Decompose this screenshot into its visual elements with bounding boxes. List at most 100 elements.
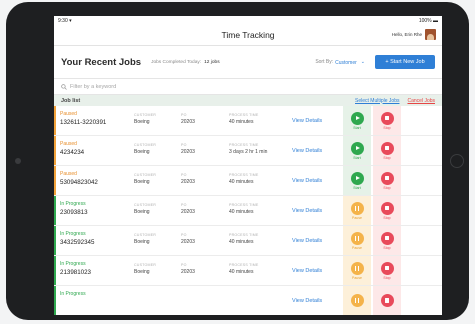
table-row: In Progress View Details <box>54 286 442 315</box>
pause-button[interactable]: Pause <box>343 226 371 255</box>
pause-label: Pause <box>352 215 362 220</box>
po-value: 20203 <box>181 209 195 215</box>
front-camera <box>15 158 21 164</box>
po-cell: PO 20203 <box>181 196 229 225</box>
view-details-cell: View Details <box>291 196 343 225</box>
table-row: Paused 132611-3220391 CUSTOMER Boeing PO… <box>54 106 442 136</box>
process-time-value: 3 days 2 hr 1 min <box>229 149 268 155</box>
job-number: 53094823042 <box>60 179 98 186</box>
avatar[interactable] <box>425 29 436 40</box>
play-icon <box>350 141 364 155</box>
po-label: PO <box>181 113 187 117</box>
view-details-link[interactable]: View Details <box>292 178 322 184</box>
stop-button[interactable] <box>373 286 401 315</box>
customer-label: CUSTOMER <box>134 143 157 147</box>
stop-icon <box>380 111 394 125</box>
process-time-label: PROCESS TIME <box>229 203 259 207</box>
sort-label: Sort By: <box>315 59 334 65</box>
po-value: 20203 <box>181 179 195 185</box>
table-row: In Progress 213981023 CUSTOMER Boeing PO… <box>54 256 442 286</box>
status-badge: Paused <box>60 171 77 177</box>
user-greeting: Hello, Erin Rhe <box>391 32 422 37</box>
po-cell: PO 20203 <box>181 226 229 255</box>
stop-label: Stop <box>383 215 391 220</box>
start-button[interactable]: Start <box>343 106 371 135</box>
user-menu[interactable]: Hello, Erin Rhe <box>392 29 436 40</box>
po-cell: PO 20203 <box>181 106 229 135</box>
stop-button[interactable]: Stop <box>373 256 401 285</box>
po-value: 20203 <box>181 119 195 125</box>
sort-dropdown[interactable]: Sort By: Customer ⌄ <box>315 58 365 66</box>
po-label: PO <box>181 173 187 177</box>
customer-label: CUSTOMER <box>134 233 157 237</box>
start-button[interactable]: Start <box>343 166 371 195</box>
view-details-cell: View Details <box>291 106 343 135</box>
customer-cell: CUSTOMER Boeing <box>126 226 181 255</box>
customer-cell: CUSTOMER Boeing <box>126 166 181 195</box>
customer-label: CUSTOMER <box>134 203 157 207</box>
po-value: 20203 <box>181 149 195 155</box>
status-badge: In Progress <box>60 231 86 237</box>
job-list: Paused 132611-3220391 CUSTOMER Boeing PO… <box>54 106 442 315</box>
view-details-link[interactable]: View Details <box>292 238 322 244</box>
jobs-completed-summary: Jobs Completed Today: 12 jobs <box>151 60 220 65</box>
stop-label: Stop <box>383 245 391 250</box>
view-details-link[interactable]: View Details <box>292 268 322 274</box>
view-details-cell: View Details <box>291 226 343 255</box>
view-details-link[interactable]: View Details <box>292 148 322 154</box>
job-id-cell: In Progress <box>56 286 126 315</box>
table-row: In Progress 23093813 CUSTOMER Boeing PO … <box>54 196 442 226</box>
pause-icon <box>350 231 364 245</box>
start-label: Start <box>353 155 361 160</box>
customer-value: Boeing <box>134 119 150 125</box>
stop-button[interactable]: Stop <box>373 136 401 165</box>
status-badge: In Progress <box>60 261 86 267</box>
process-time-cell: PROCESS TIME 3 days 2 hr 1 min <box>229 136 291 165</box>
job-number: 23093813 <box>60 209 88 216</box>
select-multiple-jobs-link[interactable]: Select Multiple Jobs <box>355 98 399 104</box>
tablet-frame: 9:30 ▾ 100% ▬ Time Tracking Hello, Erin … <box>6 2 469 320</box>
view-details-link[interactable]: View Details <box>292 208 322 214</box>
jobs-completed-label: Jobs Completed Today: <box>151 59 202 65</box>
customer-label: CUSTOMER <box>134 113 157 117</box>
customer-cell: CUSTOMER Boeing <box>126 136 181 165</box>
process-time-cell: PROCESS TIME 40 minutes <box>229 256 291 285</box>
stop-button[interactable]: Stop <box>373 226 401 255</box>
stop-icon <box>380 171 394 185</box>
page-header: Your Recent Jobs Jobs Completed Today: 1… <box>54 46 442 79</box>
customer-cell: CUSTOMER Boeing <box>126 106 181 135</box>
stop-icon <box>380 141 394 155</box>
po-cell: PO 20203 <box>181 256 229 285</box>
stop-icon <box>380 231 394 245</box>
po-cell: PO 20203 <box>181 136 229 165</box>
cancel-jobs-link[interactable]: Cancel Jobs <box>407 98 435 104</box>
view-details-cell: View Details <box>291 136 343 165</box>
po-label: PO <box>181 263 187 267</box>
stop-button[interactable]: Stop <box>373 166 401 195</box>
process-time-label: PROCESS TIME <box>229 263 259 267</box>
view-details-link[interactable]: View Details <box>292 118 322 124</box>
start-button[interactable]: Start <box>343 136 371 165</box>
stop-button[interactable]: Stop <box>373 196 401 225</box>
app-title: Time Tracking <box>221 30 275 40</box>
start-label: Start <box>353 185 361 190</box>
sort-value: Customer <box>335 60 357 66</box>
filter-input[interactable] <box>70 83 270 90</box>
view-details-cell: View Details <box>291 166 343 195</box>
po-cell: PO 20203 <box>181 166 229 195</box>
job-id-cell: In Progress 23093813 <box>56 196 126 225</box>
process-time-cell: PROCESS TIME 40 minutes <box>229 226 291 255</box>
job-id-cell: In Progress 3432592345 <box>56 226 126 255</box>
customer-cell: CUSTOMER Boeing <box>126 256 181 285</box>
home-button[interactable] <box>450 154 464 168</box>
stop-button[interactable]: Stop <box>373 106 401 135</box>
app-titlebar: Time Tracking Hello, Erin Rhe <box>54 25 442 46</box>
po-value: 20203 <box>181 269 195 275</box>
pause-button[interactable]: Pause <box>343 256 371 285</box>
jobs-completed-value: 12 jobs <box>204 59 220 65</box>
start-label: Start <box>353 125 361 130</box>
pause-button[interactable] <box>343 286 371 315</box>
start-new-job-button[interactable]: + Start New Job <box>375 55 435 69</box>
pause-button[interactable]: Pause <box>343 196 371 225</box>
view-details-link[interactable]: View Details <box>292 298 322 304</box>
